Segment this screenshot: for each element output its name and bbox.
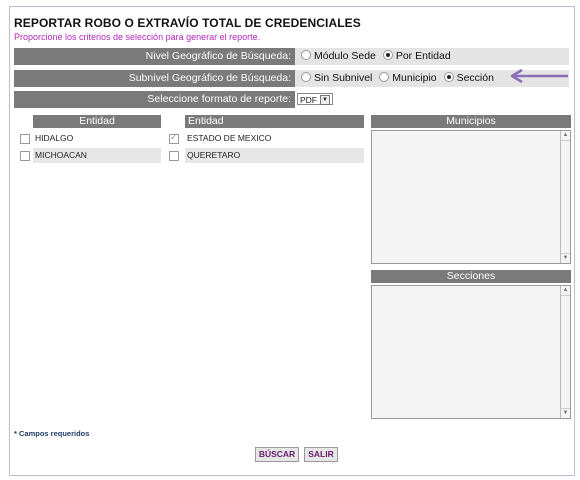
entidad-row-michoacan: MICHOACAN xyxy=(20,148,161,163)
secciones-header: Secciones xyxy=(371,270,571,283)
scroll-down-icon[interactable]: ▼ xyxy=(561,408,570,418)
entidad-row-queretaro: QUERETARO xyxy=(167,148,364,163)
municipios-header: Municipios xyxy=(371,115,571,128)
entidad-name: ESTADO DE MEXICO xyxy=(187,133,272,143)
annotation-arrow-icon xyxy=(510,68,568,84)
municipios-listbox[interactable]: ▲ ▼ xyxy=(371,130,571,264)
radio-sin-subnivel[interactable]: Sin Subnivel xyxy=(299,70,372,87)
entidad-name: HIDALGO xyxy=(35,133,74,143)
page-title: REPORTAR ROBO O EXTRAVÍO TOTAL DE CREDEN… xyxy=(14,16,361,30)
entidad-row-estado-de-mexico: ESTADO DE MEXICO xyxy=(167,131,364,146)
radio-sin-subnivel-label: Sin Subnivel xyxy=(314,72,373,84)
formato-select-value: PDF xyxy=(300,95,317,105)
scroll-up-icon[interactable]: ▲ xyxy=(561,286,570,296)
subnivel-geografico-label: Subnivel Geográfico de Búsqueda: xyxy=(14,70,295,87)
secciones-scrollbar[interactable]: ▲ ▼ xyxy=(560,286,570,418)
radio-button-selected-icon[interactable] xyxy=(443,72,454,82)
nivel-geografico-options: Módulo Sede Por Entidad xyxy=(299,48,453,65)
radio-seccion-label: Sección xyxy=(456,72,494,84)
buscar-button[interactable]: BÚSCAR xyxy=(255,447,299,462)
checkbox-checked-icon[interactable] xyxy=(169,131,179,146)
entidad-col1-header: Entidad xyxy=(33,115,161,128)
required-fields-note: * Campos requeridos xyxy=(14,429,90,438)
formato-label: Seleccione formato de reporte: xyxy=(14,91,295,108)
subnivel-geografico-options: Sin Subnivel Municipio Sección xyxy=(299,70,496,87)
checkbox-icon[interactable] xyxy=(20,151,30,161)
subnivel-geografico-row: Subnivel Geográfico de Búsqueda: Sin Sub… xyxy=(14,70,569,87)
checkbox-icon[interactable] xyxy=(169,151,179,161)
page-subtitle: Proporcione los criterios de selección p… xyxy=(14,32,261,42)
nivel-geografico-label: Nivel Geográfico de Búsqueda: xyxy=(14,48,295,65)
radio-modulo-sede-label: Módulo Sede xyxy=(314,50,376,62)
radio-seccion[interactable]: Sección xyxy=(442,70,494,87)
radio-municipio-label: Municipio xyxy=(392,72,437,84)
radio-por-entidad-label: Por Entidad xyxy=(395,50,451,62)
nivel-geografico-row: Nivel Geográfico de Búsqueda: Módulo Sed… xyxy=(14,48,569,65)
scroll-up-icon[interactable]: ▲ xyxy=(561,131,570,141)
radio-button-icon[interactable] xyxy=(301,50,311,60)
radio-button-selected-icon[interactable] xyxy=(382,50,393,60)
radio-button-icon[interactable] xyxy=(379,72,390,82)
radio-modulo-sede[interactable]: Módulo Sede xyxy=(299,48,376,65)
salir-button[interactable]: SALIR xyxy=(304,447,338,462)
formato-select[interactable]: PDF ▼ xyxy=(297,93,333,105)
municipios-scrollbar[interactable]: ▲ ▼ xyxy=(560,131,570,263)
scroll-down-icon[interactable]: ▼ xyxy=(561,253,570,263)
entidad-col2-header: Entidad xyxy=(185,115,364,128)
radio-municipio[interactable]: Municipio xyxy=(377,70,437,87)
chevron-down-icon[interactable]: ▼ xyxy=(320,95,330,105)
entidad-row-hidalgo: HIDALGO xyxy=(20,131,161,146)
radio-button-icon[interactable] xyxy=(301,72,311,82)
formato-row: Seleccione formato de reporte: xyxy=(14,91,569,108)
checkbox-icon[interactable] xyxy=(20,134,30,144)
entidad-name: QUERETARO xyxy=(185,148,364,163)
radio-por-entidad[interactable]: Por Entidad xyxy=(381,48,451,65)
entidad-name: MICHOACAN xyxy=(33,148,161,163)
secciones-listbox[interactable]: ▲ ▼ xyxy=(371,285,571,419)
